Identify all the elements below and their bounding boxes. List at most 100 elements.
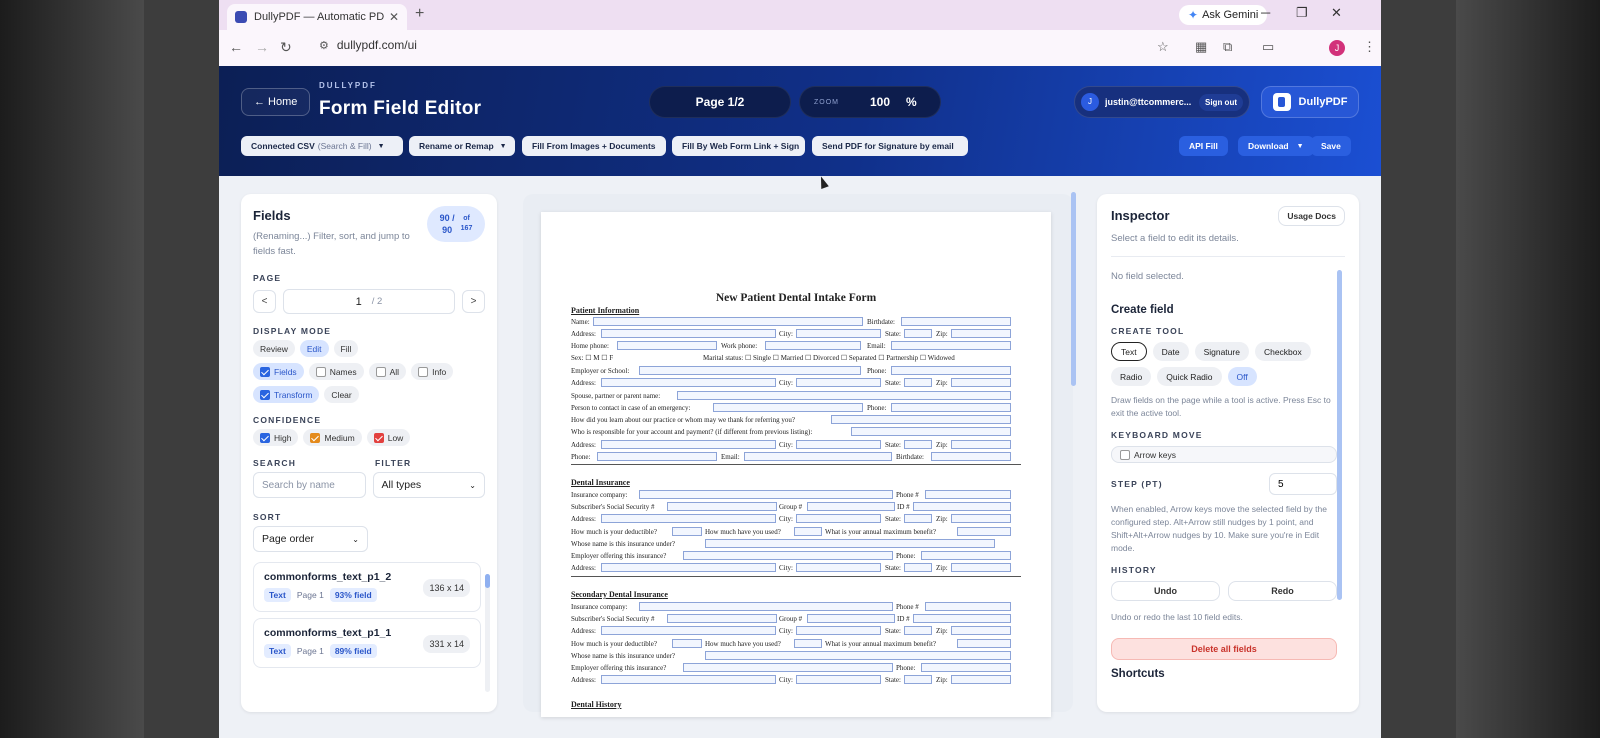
bookmark-star-icon[interactable]: ☆: [1157, 39, 1169, 55]
form-field-box[interactable]: [683, 551, 893, 560]
form-field-box[interactable]: [951, 675, 1011, 684]
form-field-box[interactable]: [951, 563, 1011, 572]
form-field-box[interactable]: [904, 329, 932, 338]
form-field-box[interactable]: [807, 502, 895, 511]
form-field-box[interactable]: [744, 452, 892, 461]
zoom-value[interactable]: 100: [870, 95, 898, 109]
form-field-box[interactable]: [593, 317, 863, 326]
profile-avatar[interactable]: J: [1329, 40, 1345, 56]
send-for-signature-button[interactable]: Send PDF for Signature by email: [812, 136, 968, 156]
form-field-box[interactable]: [796, 626, 881, 635]
form-field-box[interactable]: [677, 391, 1011, 400]
menu-dots-icon[interactable]: ⋮: [1363, 39, 1376, 55]
form-field-box[interactable]: [904, 440, 932, 449]
usage-docs-button[interactable]: Usage Docs: [1278, 206, 1345, 226]
field-list-item[interactable]: commonforms_text_p1_2 Text Page 1 93% fiel…: [253, 562, 481, 612]
clear-button[interactable]: Clear: [324, 386, 359, 403]
pdf-page[interactable]: New Patient Dental Intake Form Patient I…: [541, 212, 1051, 717]
form-field-box[interactable]: [951, 378, 1011, 387]
confidence-low[interactable]: Low: [366, 429, 411, 446]
toggle-all[interactable]: All: [368, 363, 407, 380]
form-field-box[interactable]: [672, 527, 702, 536]
form-field-box[interactable]: [925, 602, 1011, 611]
close-tab-icon[interactable]: ✕: [389, 10, 399, 24]
tool-text-button[interactable]: Text: [1111, 342, 1147, 361]
search-input[interactable]: Search by name: [253, 472, 366, 498]
form-field-box[interactable]: [667, 614, 777, 623]
next-page-button[interactable]: >: [462, 290, 485, 313]
form-field-box[interactable]: [639, 490, 893, 499]
form-field-box[interactable]: [901, 317, 1011, 326]
field-list-item[interactable]: commonforms_text_p1_1 Text Page 1 89% fiel…: [253, 618, 481, 668]
connected-csv-button[interactable]: Connected CSV (Search & Fill) ▼: [241, 136, 403, 156]
form-field-box[interactable]: [796, 675, 881, 684]
form-field-box[interactable]: [921, 663, 1011, 672]
form-field-box[interactable]: [904, 626, 932, 635]
form-field-box[interactable]: [667, 502, 777, 511]
form-field-box[interactable]: [931, 452, 1011, 461]
step-input[interactable]: 5: [1269, 473, 1337, 495]
fill-by-web-form-button[interactable]: Fill By Web Form Link + Sign: [672, 136, 805, 156]
dullypdf-brand-button[interactable]: DullyPDF: [1261, 86, 1359, 118]
toggle-transform[interactable]: Transform: [253, 386, 320, 403]
toggle-names[interactable]: Names: [308, 363, 364, 380]
tool-off-button[interactable]: Off: [1227, 367, 1257, 386]
page-number-input[interactable]: 1 / 2: [283, 289, 455, 314]
form-field-box[interactable]: [683, 663, 893, 672]
form-field-box[interactable]: [904, 378, 932, 387]
form-field-box[interactable]: [639, 366, 861, 375]
form-field-box[interactable]: [957, 527, 1011, 536]
arrow-keys-toggle[interactable]: Arrow keys: [1111, 446, 1337, 463]
toggle-fields[interactable]: Fields: [253, 363, 304, 380]
form-field-box[interactable]: [794, 639, 822, 648]
tool-checkbox-button[interactable]: Checkbox: [1254, 342, 1311, 361]
redo-button[interactable]: Redo: [1228, 581, 1337, 601]
form-field-box[interactable]: [601, 626, 776, 635]
form-field-box[interactable]: [957, 639, 1011, 648]
form-field-box[interactable]: [796, 514, 881, 523]
form-field-box[interactable]: [796, 563, 881, 572]
mode-review-button[interactable]: Review: [253, 340, 295, 357]
url-field[interactable]: ⚙ dullypdf.com/ui: [319, 38, 417, 52]
form-field-box[interactable]: [672, 639, 702, 648]
download-button[interactable]: Download ▼: [1238, 136, 1314, 156]
form-field-box[interactable]: [713, 403, 863, 412]
save-button[interactable]: Save: [1311, 136, 1351, 156]
browser-tab[interactable]: DullyPDF — Automatic PDF to F ✕: [227, 4, 407, 30]
extensions-icon[interactable]: ⧉: [1223, 39, 1232, 55]
form-field-box[interactable]: [601, 378, 776, 387]
filter-select[interactable]: All types ⌄: [372, 472, 485, 498]
toggle-info[interactable]: Info: [411, 363, 454, 380]
form-field-box[interactable]: [796, 378, 881, 387]
form-field-box[interactable]: [904, 563, 932, 572]
form-field-box[interactable]: [891, 341, 1011, 350]
form-field-box[interactable]: [891, 366, 1011, 375]
tool-quick-radio-button[interactable]: Quick Radio: [1157, 367, 1222, 386]
restore-icon[interactable]: ❐: [1296, 5, 1308, 21]
form-field-box[interactable]: [921, 551, 1011, 560]
confidence-high[interactable]: High: [253, 429, 299, 446]
form-field-box[interactable]: [925, 490, 1011, 499]
reload-icon[interactable]: ↻: [280, 39, 292, 56]
tool-date-button[interactable]: Date: [1152, 342, 1189, 361]
forward-arrow-icon[interactable]: →: [255, 39, 269, 55]
form-field-box[interactable]: [601, 514, 776, 523]
form-field-box[interactable]: [796, 329, 881, 338]
sign-out-button[interactable]: Sign out: [1199, 93, 1243, 111]
tool-signature-button[interactable]: Signature: [1194, 342, 1249, 361]
minimize-icon[interactable]: ─: [1261, 5, 1270, 20]
form-field-box[interactable]: [601, 675, 776, 684]
form-field-box[interactable]: [951, 329, 1011, 338]
form-field-box[interactable]: [617, 341, 717, 350]
fill-from-images-button[interactable]: Fill From Images + Documents: [522, 136, 666, 156]
form-field-box[interactable]: [951, 440, 1011, 449]
form-field-box[interactable]: [796, 440, 881, 449]
form-field-box[interactable]: [951, 626, 1011, 635]
mode-edit-button[interactable]: Edit: [299, 340, 329, 357]
form-field-box[interactable]: [639, 602, 893, 611]
form-field-box[interactable]: [765, 341, 861, 350]
qr-code-icon[interactable]: ▦: [1195, 39, 1207, 55]
form-field-box[interactable]: [904, 675, 932, 684]
form-field-box[interactable]: [794, 527, 822, 536]
back-arrow-icon[interactable]: ←: [229, 39, 243, 55]
